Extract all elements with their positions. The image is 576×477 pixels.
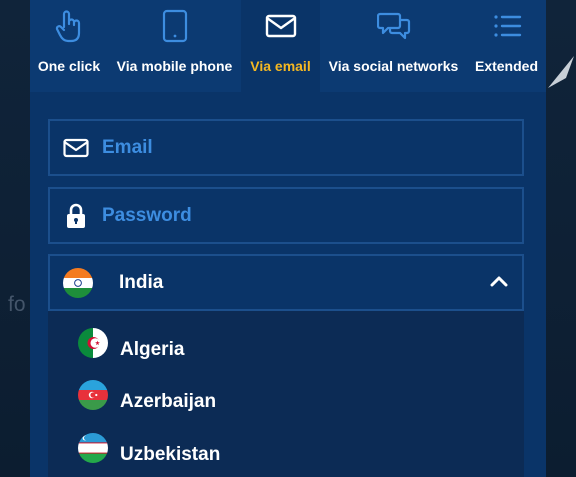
envelope-icon — [265, 8, 297, 44]
email-field[interactable]: Email — [48, 119, 524, 176]
hand-pointer-icon — [54, 8, 84, 44]
india-flag-icon — [63, 267, 93, 298]
password-placeholder: Password — [102, 204, 192, 226]
option-label: Azerbaijan — [120, 391, 217, 412]
tab-one-click[interactable]: One click — [30, 0, 108, 92]
mobile-phone-icon — [162, 8, 188, 44]
email-placeholder: Email — [102, 136, 153, 158]
list-item-uzbekistan[interactable]: Uzbekistan — [78, 430, 220, 466]
list-item-azerbaijan[interactable]: Azerbaijan — [78, 377, 216, 413]
tab-via-mobile-phone[interactable]: Via mobile phone — [108, 0, 241, 92]
list-icon — [492, 8, 522, 44]
tab-one-click-label: One click — [37, 58, 101, 74]
tab-via-social-networks-label: Via social networks — [328, 58, 459, 74]
chat-bubbles-icon — [376, 8, 411, 44]
tab-via-email-label: Via email — [250, 58, 311, 74]
tab-extended-label: Extended — [474, 58, 538, 74]
backdrop-left — [0, 0, 30, 477]
country-select[interactable]: India — [48, 254, 524, 311]
padlock-icon — [50, 203, 102, 229]
tab-via-email[interactable]: Via email — [241, 0, 320, 92]
tab-via-social-networks[interactable]: Via social networks — [320, 0, 467, 92]
background-partial-text: fo — [8, 293, 26, 316]
algeria-flag-icon — [78, 328, 108, 358]
chevron-up-icon[interactable] — [490, 274, 508, 292]
tab-via-mobile-phone-label: Via mobile phone — [116, 58, 233, 74]
list-item-algeria[interactable]: Algeria — [78, 325, 184, 361]
uzbekistan-flag-icon — [78, 433, 108, 463]
password-field[interactable]: Password — [48, 187, 524, 244]
envelope-icon — [50, 138, 102, 158]
background-swoosh-icon — [548, 56, 574, 88]
selected-country: India — [119, 271, 164, 293]
azerbaijan-flag-icon — [78, 380, 108, 410]
option-label: Uzbekistan — [120, 444, 221, 465]
country-dropdown-list: Algeria Azerbaijan Uzbekistan — [48, 311, 524, 477]
option-label: Algeria — [120, 339, 185, 360]
registration-method-tabs: One click Via mobile phone Via email Via… — [30, 0, 546, 92]
tab-extended[interactable]: Extended — [467, 0, 546, 92]
registration-panel: One click Via mobile phone Via email Via… — [30, 0, 546, 477]
